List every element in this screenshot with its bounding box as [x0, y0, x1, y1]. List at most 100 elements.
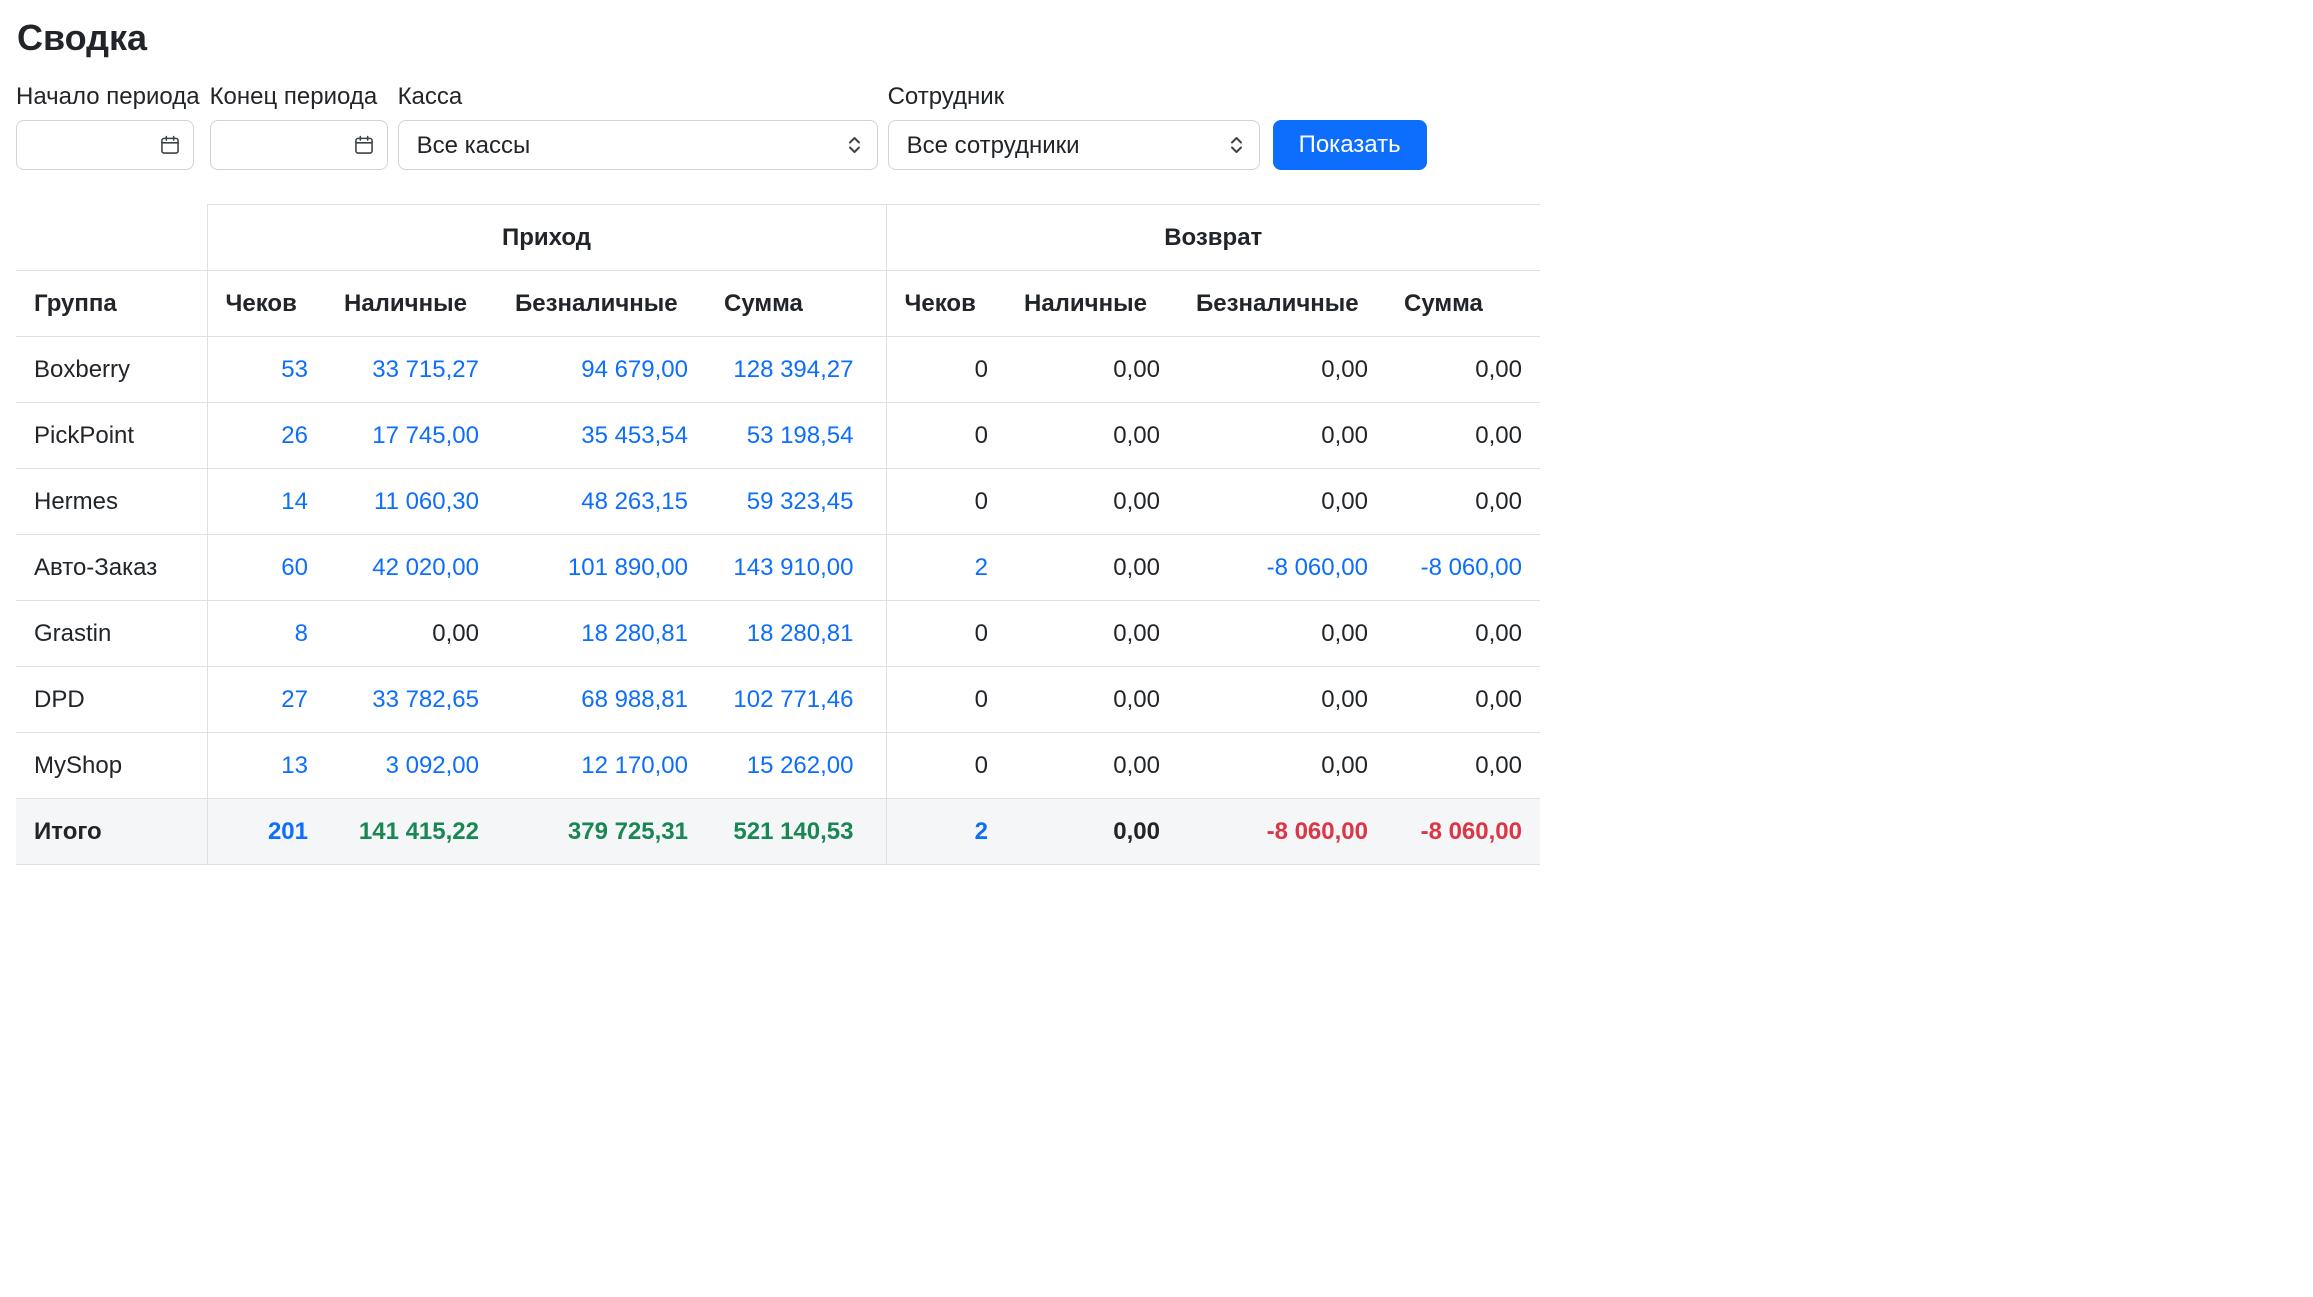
employee-select[interactable]: Все сотрудники: [887, 120, 1260, 171]
refund-cashless-link[interactable]: -8 060,00: [1267, 554, 1368, 581]
income-total-link[interactable]: 143 910,00: [733, 554, 853, 581]
table-row: Авто-Заказ 60 42 020,00 101 890,00 143 9…: [16, 534, 1540, 602]
income-total-link[interactable]: 18 280,81: [747, 620, 854, 647]
refund-receipts-value: 0: [885, 468, 1006, 536]
income-total-link[interactable]: 15 262,00: [747, 752, 854, 779]
total-refund-total: -8 060,00: [1386, 798, 1540, 866]
income-cashless-link[interactable]: 48 263,15: [581, 488, 688, 515]
refund-cashless-value: 0,00: [1178, 666, 1386, 734]
show-button[interactable]: Показать: [1272, 120, 1427, 171]
income-cash-link[interactable]: 33 715,27: [372, 356, 479, 383]
refund-total-value: 0,00: [1386, 666, 1540, 734]
filter-employee: Сотрудник Все сотрудники: [887, 83, 1260, 171]
refund-total-header: Сумма: [1386, 270, 1540, 338]
income-receipts-link[interactable]: 53: [281, 356, 308, 383]
filter-period-start: Начало периода: [16, 83, 200, 171]
refund-cash-value: 0,00: [1006, 336, 1178, 404]
page: Сводка Начало периода Конец периода Касс…: [0, 0, 2313, 879]
income-receipts-link[interactable]: 14: [281, 488, 308, 515]
income-total-link[interactable]: 59 323,45: [747, 488, 854, 515]
group-name: PickPoint: [16, 402, 207, 470]
cashbox-field: Все кассы: [397, 120, 878, 171]
table-row: Grastin 8 0,00 18 280,81 18 280,81 0 0,0…: [16, 600, 1540, 668]
income-cashless-link[interactable]: 18 280,81: [581, 620, 688, 647]
income-receipts-link[interactable]: 13: [281, 752, 308, 779]
income-total-link[interactable]: 102 771,46: [733, 686, 853, 713]
period-start-field: [16, 120, 194, 171]
income-cash-link[interactable]: 42 020,00: [372, 554, 479, 581]
refund-receipts-value: 0: [885, 402, 1006, 470]
refund-cash-value: 0,00: [1006, 402, 1178, 470]
income-cash-link[interactable]: 17 745,00: [372, 422, 479, 449]
income-cash-link[interactable]: 3 092,00: [386, 752, 479, 779]
income-receipts-link[interactable]: 60: [281, 554, 308, 581]
income-total-link[interactable]: 53 198,54: [747, 422, 854, 449]
refund-total-value: 0,00: [1386, 402, 1540, 470]
income-cashless-link[interactable]: 12 170,00: [581, 752, 688, 779]
income-receipts-link[interactable]: 26: [281, 422, 308, 449]
income-cashless-link[interactable]: 68 988,81: [581, 686, 688, 713]
refund-total-link[interactable]: -8 060,00: [1421, 554, 1522, 581]
refund-total-value: 0,00: [1386, 468, 1540, 536]
column-header-row: Группа Чеков Наличные Безналичные Сумма …: [16, 270, 1540, 338]
group-name: Hermes: [16, 468, 207, 536]
income-receipts-link[interactable]: 8: [295, 620, 308, 647]
total-income-receipts-link[interactable]: 201: [268, 818, 308, 845]
income-cash-link[interactable]: 11 060,30: [374, 488, 479, 515]
group-name: Grastin: [16, 600, 207, 668]
total-label: Итого: [16, 798, 207, 866]
refund-receipts-header: Чеков: [885, 270, 1006, 338]
total-income-cashless: 379 725,31: [497, 798, 706, 866]
refund-cash-value: 0,00: [1006, 534, 1178, 602]
total-refund-cash: 0,00: [1006, 798, 1178, 866]
filter-bar: Начало периода Конец периода Касса Все к…: [16, 83, 2297, 171]
period-end-label: Конец периода: [209, 83, 378, 111]
period-end-field: [209, 120, 388, 171]
period-start-label: Начало периода: [16, 83, 200, 111]
table-row: PickPoint 26 17 745,00 35 453,54 53 198,…: [16, 402, 1540, 470]
total-refund-receipts-link[interactable]: 2: [975, 818, 988, 845]
income-cash-value: 0,00: [326, 600, 497, 668]
income-receipts-header: Чеков: [206, 270, 326, 338]
refund-receipts-value: 0: [885, 666, 1006, 734]
cashbox-label: Касса: [397, 83, 463, 111]
income-cashless-header: Безналичные: [497, 270, 706, 338]
group-name: MyShop: [16, 732, 207, 800]
refund-cashless-value: 0,00: [1178, 732, 1386, 800]
cashbox-select[interactable]: Все кассы: [397, 120, 878, 171]
refund-receipts-link[interactable]: 2: [975, 554, 988, 581]
income-receipts-link[interactable]: 27: [281, 686, 308, 713]
group-name: DPD: [16, 666, 207, 734]
summary-table: Приход Возврат Группа Чеков Наличные Без…: [16, 204, 1540, 866]
corner-cell: [16, 204, 207, 272]
group-name: Boxberry: [16, 336, 207, 404]
income-cash-link[interactable]: 33 782,65: [372, 686, 479, 713]
table-row: MyShop 13 3 092,00 12 170,00 15 262,00 0…: [16, 732, 1540, 800]
income-cashless-link[interactable]: 101 890,00: [568, 554, 688, 581]
employee-label: Сотрудник: [887, 83, 1005, 111]
refund-cashless-value: 0,00: [1178, 402, 1386, 470]
total-refund-cashless: -8 060,00: [1178, 798, 1386, 866]
total-income-cash: 141 415,22: [326, 798, 497, 866]
income-cash-header: Наличные: [326, 270, 497, 338]
page-title: Сводка: [17, 17, 148, 58]
refund-cash-value: 0,00: [1006, 666, 1178, 734]
total-income-total: 521 140,53: [706, 798, 886, 866]
table-row: Boxberry 53 33 715,27 94 679,00 128 394,…: [16, 336, 1540, 404]
calendar-icon[interactable]: [353, 134, 375, 156]
refund-receipts-value: 0: [885, 732, 1006, 800]
refund-total-value: 0,00: [1386, 600, 1540, 668]
group-header-row: Приход Возврат: [16, 204, 1540, 272]
income-total-link[interactable]: 128 394,27: [733, 356, 853, 383]
refund-receipts-value: 0: [885, 600, 1006, 668]
income-cashless-link[interactable]: 94 679,00: [581, 356, 688, 383]
refund-cashless-value: 0,00: [1178, 468, 1386, 536]
income-group-header: Приход: [206, 204, 886, 272]
calendar-icon[interactable]: [159, 134, 181, 156]
refund-total-value: 0,00: [1386, 336, 1540, 404]
refund-total-value: 0,00: [1386, 732, 1540, 800]
total-row: Итого 201 141 415,22 379 725,31 521 140,…: [16, 798, 1540, 866]
refund-cashless-value: 0,00: [1178, 336, 1386, 404]
group-name: Авто-Заказ: [16, 534, 207, 602]
income-cashless-link[interactable]: 35 453,54: [581, 422, 688, 449]
